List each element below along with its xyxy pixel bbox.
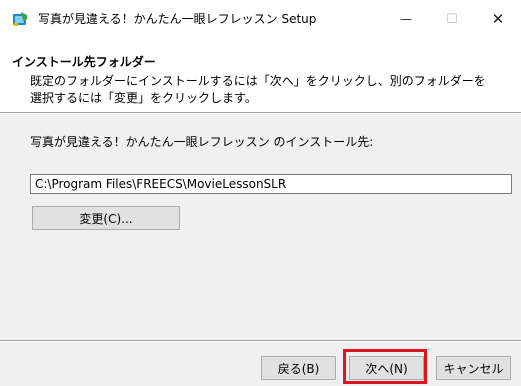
maximize-button[interactable]: ☐ [429,0,475,38]
page-description: 既定のフォルダーにインストールするには「次へ」をクリックし、別のフォルダーを 選… [30,73,486,107]
installer-icon [12,11,28,27]
header-divider-highlight [0,113,521,114]
maximize-icon: ☐ [446,11,458,27]
next-button[interactable]: 次へ(N) [349,356,424,380]
install-location-label: 写真が見違える！かんたん一眼レフレッスン のインストール先: [30,135,374,149]
title-bar: 写真が見違える！かんたん一眼レフレッスン Setup — ☐ ✕ [0,0,521,38]
description-line-1: 既定のフォルダーにインストールするには「次へ」をクリックし、別のフォルダーを [30,74,486,88]
setup-window: 写真が見違える！かんたん一眼レフレッスン Setup — ☐ ✕ インストール先… [0,0,521,386]
minimize-icon: — [400,12,412,26]
close-icon: ✕ [491,10,505,28]
change-button[interactable]: 変更(C)... [32,206,180,230]
description-line-2: 選択するには「変更」をクリックします。 [30,91,257,105]
page-title: インストール先フォルダー [12,55,156,69]
window-title: 写真が見違える！かんたん一眼レフレッスン Setup [38,12,317,26]
close-button[interactable]: ✕ [475,0,521,38]
cancel-button[interactable]: キャンセル [436,356,511,380]
back-button[interactable]: 戻る(B) [261,356,336,380]
footer-divider-highlight [0,341,521,342]
install-path-field[interactable] [30,174,512,194]
minimize-button[interactable]: — [383,0,429,38]
header-panel: インストール先フォルダー 既定のフォルダーにインストールするには「次へ」をクリッ… [0,38,521,112]
